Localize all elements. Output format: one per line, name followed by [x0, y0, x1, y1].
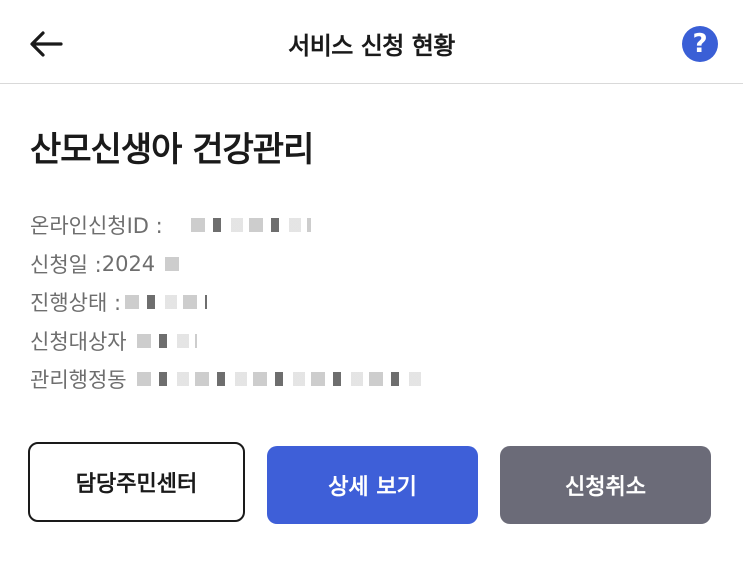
admin-dong-label: 관리행정동 — [30, 368, 127, 393]
info-row-applicant: 신청대상자 — [30, 322, 423, 361]
application-date-label: 신청일 : — [30, 252, 102, 277]
info-row-application-id: 온라인신청ID : — [30, 206, 423, 245]
application-date-value: 2024 — [101, 251, 156, 276]
redacted-value — [125, 295, 208, 310]
status-label: 진행상태 : — [30, 291, 122, 316]
info-row-admin-dong: 관리행정동 — [30, 360, 423, 399]
help-button[interactable]: ? — [682, 26, 718, 62]
redacted-value — [136, 333, 197, 348]
page-title: 서비스 신청 현황 — [288, 32, 455, 60]
redacted-value — [136, 372, 423, 387]
application-info: 온라인신청ID : 신청일 : 2024 진행상태 : 신청대상자 관리행정동 — [30, 206, 423, 399]
info-row-status: 진행상태 : — [30, 283, 423, 322]
redacted-value — [165, 256, 188, 271]
info-row-application-date: 신청일 : 2024 — [30, 245, 423, 284]
app-header: 서비스 신청 현황 ? — [0, 0, 743, 84]
question-circle-icon: ? — [692, 29, 708, 59]
redacted-value — [190, 218, 311, 233]
application-id-label: 온라인신청ID : — [30, 214, 163, 239]
manager-center-button[interactable]: 담당주민센터 — [28, 442, 245, 522]
action-buttons: 담당주민센터 상세 보기 신청취소 — [28, 442, 713, 524]
service-title: 산모신생아 건강관리 — [30, 130, 314, 170]
cancel-application-button[interactable]: 신청취소 — [500, 446, 711, 524]
applicant-label: 신청대상자 — [30, 329, 127, 354]
detail-view-button[interactable]: 상세 보기 — [267, 446, 478, 524]
